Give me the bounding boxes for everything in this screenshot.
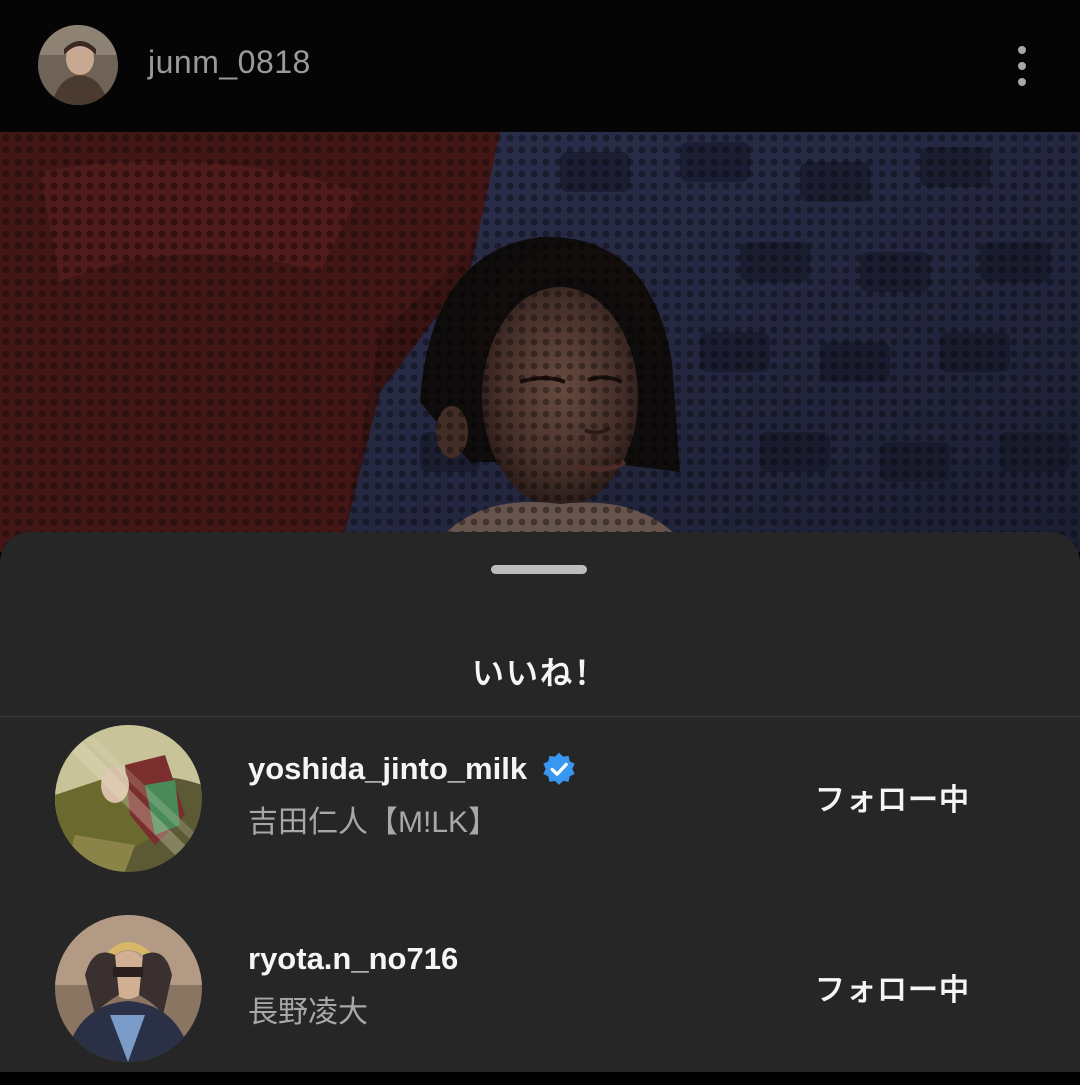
sheet-title: いいね！: [471, 655, 608, 691]
liker-names: ryota.n_no716 長野凌大: [248, 941, 458, 1031]
avatar-image: [55, 725, 202, 872]
liker-full-name: 長野凌大: [248, 996, 368, 1029]
post-author-username[interactable]: junm_0818: [148, 44, 311, 81]
post-image[interactable]: [0, 132, 1080, 552]
avatar-image: [55, 915, 202, 1062]
sheet-drag-handle[interactable]: [491, 565, 587, 574]
post-author-avatar[interactable]: [38, 25, 118, 105]
more-options-button[interactable]: [1000, 38, 1044, 94]
post-header: junm_0818: [0, 0, 1080, 132]
liker-row[interactable]: yoshida_jinto_milk 吉田仁人【M!LK】 フォロー中: [0, 725, 1080, 895]
liker-username[interactable]: ryota.n_no716: [248, 941, 458, 977]
verified-badge-icon: [543, 752, 575, 785]
liker-names: yoshida_jinto_milk 吉田仁人【M!LK】: [248, 751, 577, 841]
liker-avatar[interactable]: [55, 915, 202, 1062]
liker-username[interactable]: yoshida_jinto_milk: [248, 751, 527, 787]
following-button[interactable]: フォロー中: [800, 965, 985, 1009]
avatar-image: [38, 25, 118, 105]
post-photo: [0, 132, 1080, 552]
liker-full-name: 吉田仁人【M!LK】: [248, 806, 499, 839]
following-button[interactable]: フォロー中: [800, 775, 985, 819]
sheet-divider: [0, 716, 1080, 717]
more-vertical-icon: [1018, 46, 1026, 86]
liker-avatar[interactable]: [55, 725, 202, 872]
likes-sheet: いいね！ yoshida_jinto_milk 吉田仁人【M!LK】 フォロー中…: [0, 532, 1080, 1072]
liker-row[interactable]: ryota.n_no716 長野凌大 フォロー中: [0, 915, 1080, 1085]
